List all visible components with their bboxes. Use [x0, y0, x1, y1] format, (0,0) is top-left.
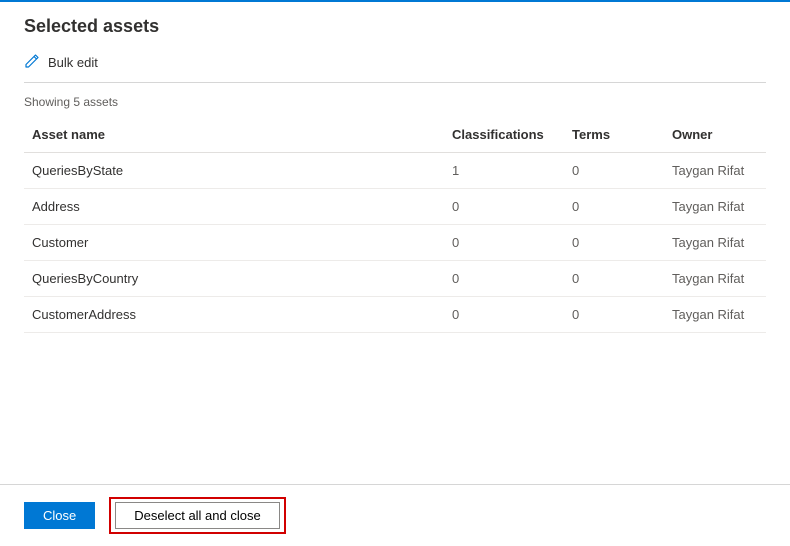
table-row[interactable]: CustomerAddress00Taygan Rifat	[24, 297, 766, 333]
cell-asset-name: Customer	[24, 225, 444, 261]
cell-owner: Taygan Rifat	[664, 261, 766, 297]
col-classifications[interactable]: Classifications	[444, 117, 564, 153]
table-row[interactable]: Customer00Taygan Rifat	[24, 225, 766, 261]
bulk-edit-button[interactable]: Bulk edit	[24, 53, 98, 72]
cell-terms: 0	[564, 189, 664, 225]
pencil-icon	[24, 53, 40, 72]
table-row[interactable]: Address00Taygan Rifat	[24, 189, 766, 225]
cell-classifications: 0	[444, 261, 564, 297]
col-terms[interactable]: Terms	[564, 117, 664, 153]
cell-terms: 0	[564, 261, 664, 297]
cell-classifications: 0	[444, 225, 564, 261]
cell-classifications: 0	[444, 189, 564, 225]
results-count: Showing 5 assets	[24, 95, 766, 109]
cell-terms: 0	[564, 225, 664, 261]
cell-asset-name: CustomerAddress	[24, 297, 444, 333]
footer: Close Deselect all and close	[0, 484, 790, 546]
assets-table: Asset name Classifications Terms Owner Q…	[24, 117, 766, 333]
cell-asset-name: Address	[24, 189, 444, 225]
table-row[interactable]: QueriesByCountry00Taygan Rifat	[24, 261, 766, 297]
deselect-highlight: Deselect all and close	[109, 497, 285, 534]
col-asset-name[interactable]: Asset name	[24, 117, 444, 153]
cell-owner: Taygan Rifat	[664, 225, 766, 261]
close-button[interactable]: Close	[24, 502, 95, 529]
cell-owner: Taygan Rifat	[664, 297, 766, 333]
table-row[interactable]: QueriesByState10Taygan Rifat	[24, 153, 766, 189]
bulk-edit-label: Bulk edit	[48, 55, 98, 70]
cell-classifications: 0	[444, 297, 564, 333]
page-title: Selected assets	[24, 16, 766, 37]
cell-asset-name: QueriesByState	[24, 153, 444, 189]
cell-asset-name: QueriesByCountry	[24, 261, 444, 297]
table-header-row: Asset name Classifications Terms Owner	[24, 117, 766, 153]
col-owner[interactable]: Owner	[664, 117, 766, 153]
cell-terms: 0	[564, 153, 664, 189]
cell-owner: Taygan Rifat	[664, 189, 766, 225]
cell-terms: 0	[564, 297, 664, 333]
cell-classifications[interactable]: 1	[444, 153, 564, 189]
deselect-all-button[interactable]: Deselect all and close	[115, 502, 279, 529]
toolbar: Bulk edit	[24, 47, 766, 83]
cell-owner: Taygan Rifat	[664, 153, 766, 189]
